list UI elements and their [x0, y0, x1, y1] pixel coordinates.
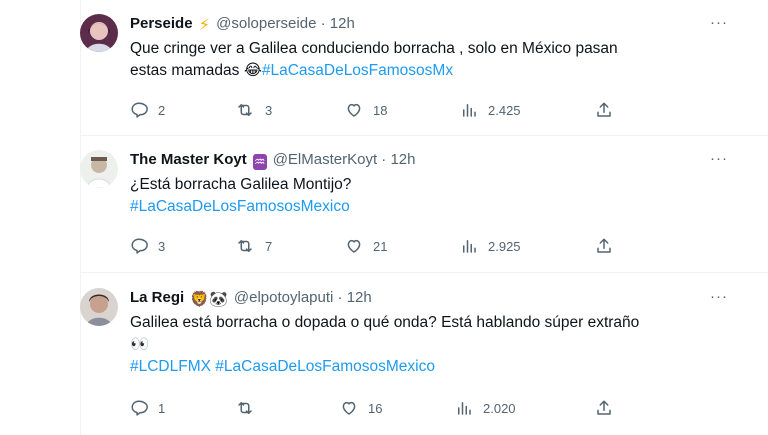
retweet-count: 3 [265, 102, 273, 118]
tweet-la-regi[interactable]: La Regi 🦁🐼 @elpotoylaputi · 12h ··· Gali… [80, 274, 768, 435]
tweet-perseide[interactable]: Perseide ⚡ @soloperseide · 12h ··· Que c… [80, 0, 768, 136]
analytics-icon [463, 240, 476, 253]
separator-dot: · [320, 15, 326, 32]
tweet-text-line: Que cringe ver a Galilea conduciendo bor… [130, 40, 618, 57]
user-handle[interactable]: @elpotoylaputi [234, 289, 333, 306]
reply-count: 3 [158, 238, 166, 254]
hashtag-link[interactable]: #LaCasaDeLosFamososMx [262, 62, 453, 79]
tweet-text: Que cringe ver a Galilea conduciendo bor… [130, 38, 730, 82]
share-icon [597, 400, 611, 415]
retweet-button[interactable] [235, 398, 265, 418]
aquarius-icon: ♒ [252, 154, 267, 170]
tweet-master-koyt[interactable]: The Master Koyt ♒ @ElMasterKoyt · 12h ··… [80, 136, 768, 274]
retweet-count: 7 [265, 238, 273, 254]
tweet-text-segment: estas mamadas 😂 [130, 62, 262, 79]
reply-button[interactable]: 2 [130, 100, 165, 120]
tweet-text: Galilea está borracha o dopada o qué ond… [130, 312, 730, 378]
tweet-text-line: 👀 [130, 336, 150, 353]
display-name[interactable]: Perseide [130, 15, 193, 32]
views-button[interactable]: 2.020 [455, 398, 516, 418]
lion-panda-emoji-icon: 🦁🐼 [190, 291, 228, 308]
user-handle[interactable]: @ElMasterKoyt [273, 151, 377, 168]
tweet-divider [80, 272, 768, 273]
reply-button[interactable]: 3 [130, 236, 165, 256]
separator-dot: · [381, 151, 387, 168]
hashtag-link[interactable]: #LaCasaDeLosFamososMexico [130, 196, 730, 218]
tweet-header: Perseide ⚡ @soloperseide · 12h [130, 14, 355, 36]
share-button[interactable] [595, 100, 613, 120]
tweet-actions: 2 3 18 2.425 [130, 100, 650, 120]
reply-count: 2 [158, 102, 166, 118]
retweet-icon [238, 104, 252, 116]
display-name[interactable]: The Master Koyt [130, 151, 247, 168]
retweet-button[interactable]: 3 [235, 100, 272, 120]
avatar[interactable] [80, 288, 118, 326]
separator-dot: · [337, 289, 343, 306]
retweet-button[interactable]: 7 [235, 236, 272, 256]
views-button[interactable]: 2.925 [460, 236, 521, 256]
heart-icon [342, 401, 356, 415]
like-button[interactable]: 16 [340, 398, 382, 418]
tweet-actions: 3 7 21 2.925 [130, 236, 650, 256]
reply-button[interactable]: 1 [130, 398, 165, 418]
tweet-text-line: ¿Está borracha Galilea Montijo? [130, 176, 352, 193]
display-name[interactable]: La Regi [130, 289, 184, 306]
like-count: 21 [373, 238, 388, 254]
more-options-icon[interactable]: ··· [710, 288, 728, 305]
tweet-actions: 1 16 2.020 [130, 398, 650, 418]
hashtag-link[interactable]: #LCDLFMX #LaCasaDeLosFamososMexico [130, 356, 730, 378]
share-button[interactable] [595, 236, 613, 256]
reply-icon [131, 400, 148, 416]
avatar[interactable] [80, 14, 118, 52]
like-count: 16 [368, 400, 383, 416]
analytics-icon [463, 104, 476, 117]
views-button[interactable]: 2.425 [460, 100, 521, 120]
share-icon [597, 102, 611, 117]
more-options-icon[interactable]: ··· [710, 14, 728, 31]
view-count: 2.020 [483, 400, 516, 416]
tweet-feed: Perseide ⚡ @soloperseide · 12h ··· Que c… [80, 0, 768, 435]
retweet-icon [238, 402, 252, 414]
tweet-text-line: Galilea está borracha o dopada o qué ond… [130, 314, 640, 331]
user-handle[interactable]: @soloperseide [216, 15, 316, 32]
tweet-header: The Master Koyt ♒ @ElMasterKoyt · 12h [130, 150, 416, 170]
like-button[interactable]: 18 [345, 100, 387, 120]
like-button[interactable]: 21 [345, 236, 387, 256]
avatar[interactable] [80, 150, 118, 188]
view-count: 2.925 [488, 238, 521, 254]
view-count: 2.425 [488, 102, 521, 118]
timestamp[interactable]: 12h [390, 151, 415, 168]
tweet-text: ¿Está borracha Galilea Montijo? #LaCasaD… [130, 174, 730, 218]
heart-icon [347, 103, 361, 117]
timestamp[interactable]: 12h [347, 289, 372, 306]
reply-count: 1 [158, 400, 166, 416]
heart-icon [347, 239, 361, 253]
analytics-icon [458, 402, 471, 415]
tweet-text-line: estas mamadas 😂#LaCasaDeLosFamososMx [130, 60, 730, 82]
lightning-icon: ⚡ [198, 17, 210, 34]
reply-icon [131, 238, 148, 254]
share-button[interactable] [595, 398, 613, 418]
reply-icon [131, 102, 148, 118]
share-icon [597, 238, 611, 253]
tweet-header: La Regi 🦁🐼 @elpotoylaputi · 12h [130, 288, 372, 310]
more-options-icon[interactable]: ··· [710, 150, 728, 167]
like-count: 18 [373, 102, 388, 118]
timestamp[interactable]: 12h [330, 15, 355, 32]
retweet-icon [238, 240, 252, 252]
